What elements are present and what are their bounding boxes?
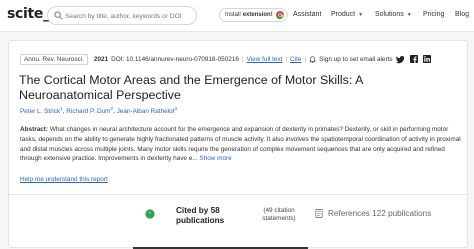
show-more-button[interactable]: Show more [199, 155, 231, 162]
article-meta: Annu. Rev. Neurosci. 2021 DOI: 10.1146/a… [20, 53, 393, 65]
install-label: Install [225, 12, 241, 18]
nav-product[interactable]: Product ▼ [331, 11, 363, 18]
nav-solutions[interactable]: Solutions ▼ [375, 11, 412, 18]
linkedin-icon[interactable] [423, 55, 431, 63]
abstract-text: What changes in neural architecture acco… [20, 126, 461, 163]
search-input[interactable] [65, 9, 193, 23]
svg-text:”: ” [149, 212, 152, 218]
email-alert-label: Sign up to set email alerts [319, 55, 393, 63]
chrome-icon [275, 11, 284, 19]
bell-icon [309, 55, 316, 63]
journal-badge[interactable]: Annu. Rev. Neurosci. [20, 53, 88, 65]
author-link[interactable]: Jean-Alban Rathelot3 [117, 106, 177, 115]
document-icon [315, 209, 323, 218]
facebook-icon[interactable] [410, 55, 418, 63]
nav-blog[interactable]: Blog [455, 11, 469, 18]
cite-link[interactable]: Cite [290, 56, 301, 63]
install-label-bold: extension! [242, 12, 273, 18]
author-list: Peter L. Strick1, Richard P. Dum2, Jean-… [20, 106, 178, 116]
article-title: The Cortical Motor Areas and the Emergen… [19, 73, 363, 102]
twitter-icon[interactable] [396, 55, 405, 64]
doi: DOI: 10.1146/annurev-neuro-070918-050216 [111, 55, 239, 63]
social-share [396, 55, 405, 64]
top-navigation: scite_ Install extension! Assistant Prod… [0, 0, 474, 32]
social-share-linkedin [423, 55, 431, 63]
chevron-down-icon: ▼ [358, 11, 364, 18]
references-count: References 122 publications [328, 209, 432, 218]
divider [9, 194, 469, 195]
publication-year: 2021 [93, 55, 109, 63]
author-link[interactable]: Peter L. Strick1 [20, 106, 63, 115]
citation-statements: (49 citation statements) [262, 207, 296, 222]
install-extension-button[interactable]: Install extension! [219, 8, 288, 22]
tab-references[interactable]: References 122 publications [315, 209, 431, 218]
article-card: Annu. Rev. Neurosci. 2021 DOI: 10.1146/a… [8, 40, 469, 249]
cited-by-count: Cited by 58 publications [176, 206, 225, 225]
author-link[interactable]: Richard P. Dum2 [66, 106, 113, 115]
nav-assistant[interactable]: Assistant [293, 11, 321, 18]
search-icon [54, 11, 63, 20]
chevron-down-icon: ▼ [406, 11, 412, 18]
abstract-label: Abstract: [20, 126, 49, 133]
email-alert-button[interactable]: Sign up to set email alerts [309, 56, 393, 63]
separator: | [285, 55, 288, 63]
tab-cited-by[interactable]: ” Cited by 58 publications (49 citation … [133, 197, 308, 249]
quote-bubble-icon: ” [145, 209, 155, 219]
scite-logo[interactable]: scite_ [7, 6, 50, 22]
view-full-text-link[interactable]: View full text [247, 56, 283, 63]
help-understand-link[interactable]: Help me understand this report [20, 176, 108, 183]
social-share-facebook [410, 55, 418, 63]
nav-pricing[interactable]: Pricing [423, 11, 444, 18]
separator: | [241, 55, 244, 63]
abstract: Abstract: What changes in neural archite… [20, 125, 465, 164]
separator: | [304, 55, 307, 63]
search-box[interactable] [47, 6, 197, 25]
